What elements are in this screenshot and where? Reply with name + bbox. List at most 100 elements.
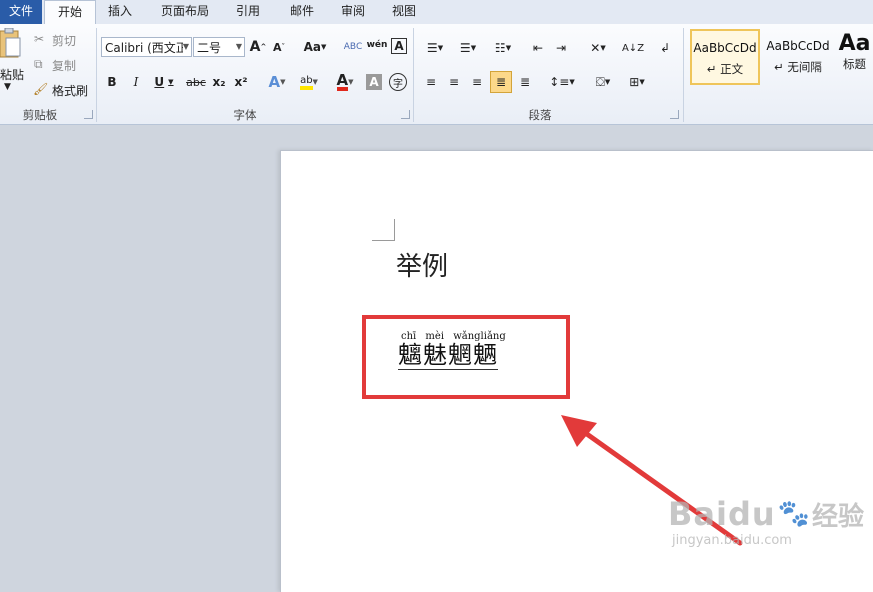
- style-name: 标题: [843, 57, 866, 71]
- chinese-layout-button[interactable]: ✕ ▼: [584, 38, 612, 58]
- group-label-paragraph: 段落: [528, 108, 552, 122]
- justify-button[interactable]: ≣: [490, 71, 512, 93]
- align-right-button[interactable]: ≡: [467, 72, 487, 92]
- show-marks-button[interactable]: ↲: [656, 38, 674, 58]
- style-heading-1[interactable]: Aa 标题: [836, 29, 873, 85]
- numbering-button[interactable]: ☰ ▼: [454, 38, 482, 58]
- multilevel-list-button[interactable]: ☷ ▼: [487, 38, 519, 58]
- style-normal[interactable]: AaBbCcDd ↵ 正文: [690, 29, 760, 85]
- align-left-button[interactable]: ≡: [421, 72, 441, 92]
- bullet-list-icon: ☰: [426, 41, 438, 55]
- sort-icon: A↓Z: [621, 42, 645, 54]
- enclose-characters-icon: 字: [393, 78, 403, 90]
- group-label-font: 字体: [233, 108, 257, 122]
- paste-button[interactable]: 粘贴: [0, 66, 24, 83]
- tab-review[interactable]: 审阅: [333, 0, 373, 24]
- cut-button[interactable]: 剪切: [52, 32, 76, 49]
- copy-icon[interactable]: ⧉: [34, 57, 43, 72]
- border-grid-icon: ⊞: [629, 75, 640, 89]
- chevron-down-icon[interactable]: ▼: [183, 42, 189, 51]
- paragraph-mark-icon: ↲: [659, 41, 671, 55]
- bold-button[interactable]: B: [104, 72, 120, 92]
- shrink-font-icon: A: [272, 40, 282, 54]
- font-color-button[interactable]: A ▼: [332, 72, 358, 92]
- tab-insert[interactable]: 插入: [100, 0, 140, 24]
- tab-page-layout[interactable]: 页面布局: [150, 0, 220, 24]
- paste-dropdown-icon[interactable]: ▼: [4, 82, 11, 92]
- decrease-indent-button[interactable]: ⇤: [528, 38, 548, 58]
- tab-file[interactable]: 文件: [0, 0, 42, 24]
- change-case-button[interactable]: Aa ▼: [302, 37, 328, 57]
- underline-icon: U: [154, 75, 165, 89]
- decrease-indent-icon: ⇤: [532, 41, 544, 55]
- character-shading-button[interactable]: A: [366, 74, 382, 90]
- text-effects-icon: A: [268, 73, 281, 91]
- cut-icon[interactable]: ✂: [34, 32, 44, 46]
- subscript-button[interactable]: x₂: [210, 72, 228, 92]
- italic-icon: I: [133, 75, 139, 89]
- character-shading-icon: A: [369, 75, 379, 89]
- sort-button[interactable]: A↓Z: [622, 38, 644, 58]
- paint-bucket-icon: ⛋: [595, 74, 605, 89]
- watermark-brand: Baidu: [668, 495, 776, 533]
- change-case-icon: Aa: [303, 40, 321, 54]
- format-painter-button[interactable]: 格式刷: [52, 82, 88, 99]
- chevron-down-icon[interactable]: ▼: [236, 42, 242, 51]
- align-center-button[interactable]: ≡: [444, 72, 464, 92]
- shading-button[interactable]: ⛋ ▼: [588, 72, 618, 92]
- chinese-layout-icon: ✕: [590, 41, 601, 55]
- group-divider: [683, 28, 684, 122]
- superscript-button[interactable]: x²: [232, 72, 250, 92]
- character-border-icon: A: [394, 39, 404, 53]
- bullets-button[interactable]: ☰ ▼: [421, 38, 449, 58]
- font-name-combo[interactable]: Calibri (西文正 ▼: [101, 37, 192, 57]
- tab-view[interactable]: 视图: [384, 0, 424, 24]
- style-name: ↵ 正文: [706, 62, 744, 76]
- numbered-list-icon: ☰: [459, 41, 471, 55]
- style-sample: AaBbCcDd: [693, 41, 757, 55]
- watermark-url: jingyan.baidu.com: [672, 533, 792, 548]
- style-no-spacing[interactable]: AaBbCcDd ↵ 无间隔: [763, 29, 833, 85]
- tab-home[interactable]: 开始: [44, 0, 96, 26]
- subscript-icon: x₂: [212, 75, 226, 89]
- copy-button[interactable]: 复制: [52, 57, 76, 74]
- align-left-icon: ≡: [425, 75, 437, 89]
- highlighter-icon: ab: [300, 75, 313, 90]
- character-border-button[interactable]: A: [391, 38, 407, 54]
- paste-icon[interactable]: [0, 27, 22, 62]
- ribbon: 粘贴 ▼ ✂ 剪切 ⧉ 复制 🖌 格式刷 剪贴板 Calibri (西文正 ▼ …: [0, 24, 873, 125]
- grow-font-button[interactable]: A ^: [249, 37, 267, 57]
- phonetic-guide-button[interactable]: wén: [367, 35, 388, 55]
- font-color-icon: A: [336, 71, 349, 91]
- italic-button[interactable]: I: [128, 72, 144, 92]
- style-name: ↵ 无间隔: [774, 60, 822, 74]
- strikethrough-button[interactable]: abc: [184, 72, 208, 92]
- ribbon-tab-bar: 文件 开始 插入 页面布局 引用 邮件 审阅 视图: [0, 0, 873, 26]
- line-spacing-button[interactable]: ↕≡ ▼: [547, 72, 577, 92]
- clear-formatting-button[interactable]: ABC: [343, 37, 363, 57]
- bold-icon: B: [107, 75, 117, 89]
- style-sample: Aa: [838, 31, 871, 56]
- paw-icon: 🐾: [777, 499, 811, 529]
- clipboard-launcher-icon[interactable]: [84, 110, 93, 119]
- strikethrough-icon: abc: [186, 75, 206, 89]
- increase-indent-button[interactable]: ⇥: [551, 38, 571, 58]
- text-effects-button[interactable]: A ▼: [264, 72, 290, 92]
- group-label-clipboard: 剪贴板: [22, 108, 58, 122]
- enclose-characters-button[interactable]: 字: [389, 73, 407, 91]
- highlight-button[interactable]: ab ▼: [296, 72, 322, 92]
- tab-mailings[interactable]: 邮件: [282, 0, 322, 24]
- shrink-font-button[interactable]: Aˇ: [270, 37, 288, 57]
- watermark: Baidu 🐾 经验 jingyan.baidu.com: [668, 495, 864, 548]
- paragraph-launcher-icon[interactable]: [670, 110, 679, 119]
- justify-icon: ≣: [495, 75, 507, 89]
- format-painter-icon[interactable]: 🖌: [33, 82, 48, 96]
- font-launcher-icon[interactable]: [401, 110, 410, 119]
- tab-references[interactable]: 引用: [228, 0, 268, 24]
- underline-button[interactable]: U ▼: [151, 72, 177, 92]
- borders-button[interactable]: ⊞ ▼: [622, 72, 652, 92]
- superscript-icon: x²: [234, 75, 248, 89]
- style-sample: AaBbCcDd: [766, 39, 830, 53]
- font-size-combo[interactable]: 二号 ▼: [193, 37, 245, 57]
- distributed-button[interactable]: ≣: [515, 72, 535, 92]
